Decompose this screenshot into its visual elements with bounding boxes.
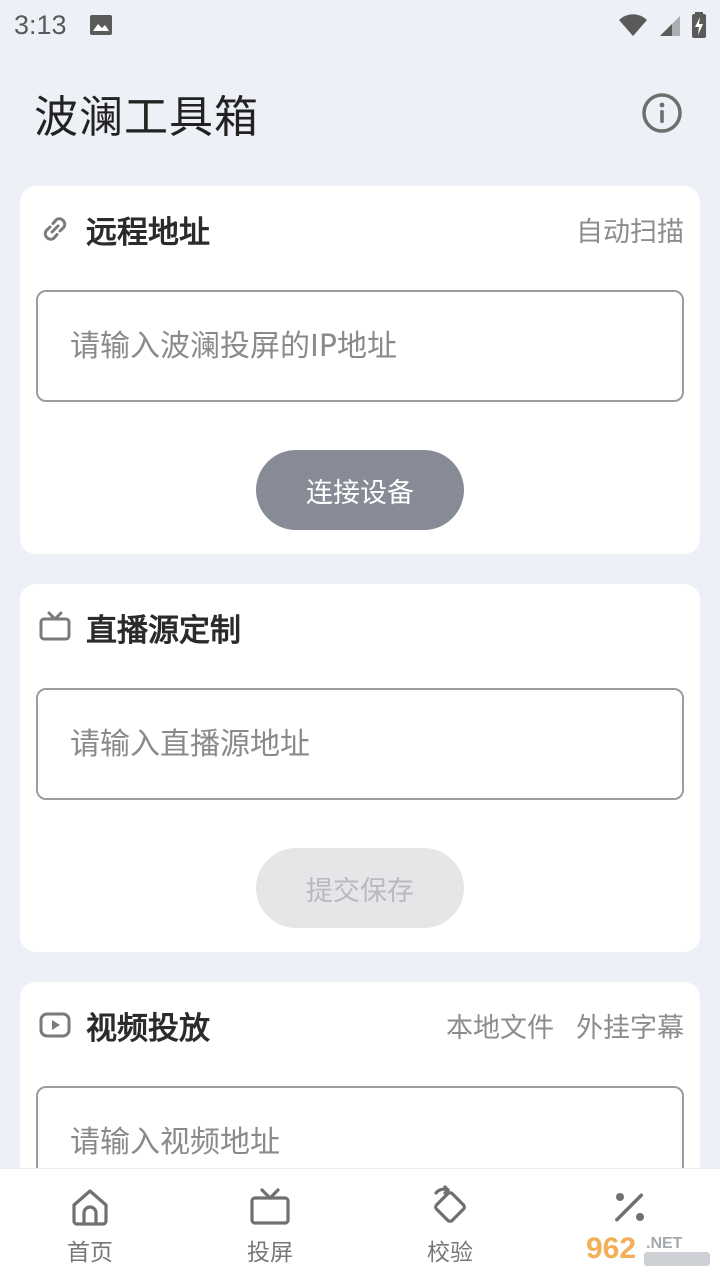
link-icon [43, 217, 67, 241]
nav-label-cast: 投屏 [247, 1240, 293, 1266]
video-card-title: 视频投放 [86, 1010, 210, 1047]
remote-card-title: 远程地址 [86, 214, 210, 251]
svg-text:962: 962 [586, 1232, 636, 1265]
app-bar: 波澜工具箱 [0, 70, 720, 156]
info-icon[interactable] [640, 91, 684, 135]
live-source-card: 直播源定制 提交保存 [20, 584, 700, 952]
external-subtitle-link[interactable]: 外挂字幕 [576, 1006, 684, 1045]
page-title: 波澜工具箱 [34, 92, 259, 143]
nav-item-cast[interactable]: 投屏 [180, 1169, 360, 1280]
remote-card-header: 远程地址 自动扫描 [38, 206, 684, 252]
tv-icon [250, 1188, 290, 1225]
nav-label-verify: 校验 [427, 1240, 473, 1266]
watermark-logo: 962 .NET [586, 1232, 710, 1266]
remote-address-card: 远程地址 自动扫描 连接设备 [20, 186, 700, 554]
submit-save-button[interactable]: 提交保存 [256, 848, 464, 928]
status-bar: 3:13 [0, 0, 720, 50]
nav-item-home[interactable]: 首页 [0, 1169, 180, 1280]
nav-item-verify[interactable]: 校验 [360, 1169, 540, 1280]
cell-signal-icon [660, 16, 680, 36]
ip-address-field[interactable] [36, 290, 684, 402]
live-card-header: 直播源定制 [38, 604, 684, 650]
live-source-input[interactable] [38, 690, 682, 798]
home-icon [72, 1189, 108, 1226]
percent-icon [615, 1193, 644, 1222]
image-notification-icon [89, 15, 112, 35]
connect-device-button[interactable]: 连接设备 [256, 450, 464, 530]
wifi-icon [619, 14, 647, 37]
verify-icon [434, 1185, 466, 1223]
status-icons [618, 12, 706, 38]
auto-scan-link[interactable]: 自动扫描 [576, 210, 684, 249]
local-file-link[interactable]: 本地文件 [446, 1006, 554, 1045]
svg-text:.NET: .NET [646, 1235, 683, 1252]
play-video-icon [39, 1012, 71, 1038]
nav-label-home: 首页 [67, 1240, 113, 1266]
video-card-header: 视频投放 本地文件 外挂字幕 [38, 1002, 684, 1048]
tv-icon [39, 611, 71, 641]
battery-charging-icon [692, 12, 706, 38]
ip-address-input[interactable] [38, 292, 682, 400]
live-card-title: 直播源定制 [86, 612, 241, 649]
status-time: 3:13 [14, 9, 67, 40]
live-source-field[interactable] [36, 688, 684, 800]
